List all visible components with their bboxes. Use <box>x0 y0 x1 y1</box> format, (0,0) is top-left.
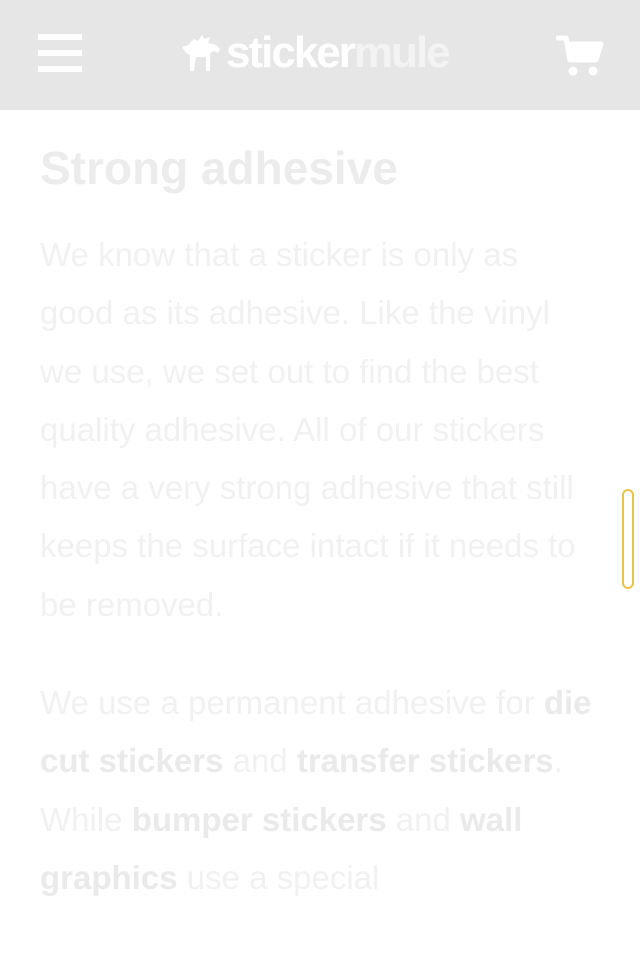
permanent-adhesive-paragraph: We use a permanent adhesive for die cut … <box>40 674 600 907</box>
transfer-stickers-link[interactable]: transfer stickers <box>297 742 554 779</box>
cart-icon[interactable] <box>555 34 604 78</box>
adhesive-paragraph: We know that a sticker is only as good a… <box>40 236 576 623</box>
paragraph-text: and <box>386 800 461 838</box>
logo-text: stickermule <box>226 28 451 78</box>
logo-text-sticker: sticker <box>226 28 356 77</box>
scrollbar-thumb[interactable] <box>622 489 634 589</box>
paragraph-text: use a special <box>177 858 380 896</box>
section-heading: Strong adhesive <box>40 142 398 194</box>
paragraph-text: We use a permanent adhesive for <box>40 684 544 722</box>
bumper-stickers-link[interactable]: bumper stickers <box>132 801 387 838</box>
top-header: stickermule <box>0 0 640 110</box>
mule-icon <box>182 35 220 71</box>
hamburger-menu-icon[interactable] <box>38 34 82 72</box>
article-content: Strong adhesive We know that a sticker i… <box>40 110 600 907</box>
paragraph-text: and <box>223 742 297 780</box>
logo-text-mule: mule <box>353 28 451 77</box>
logo[interactable]: stickermule <box>180 28 451 78</box>
